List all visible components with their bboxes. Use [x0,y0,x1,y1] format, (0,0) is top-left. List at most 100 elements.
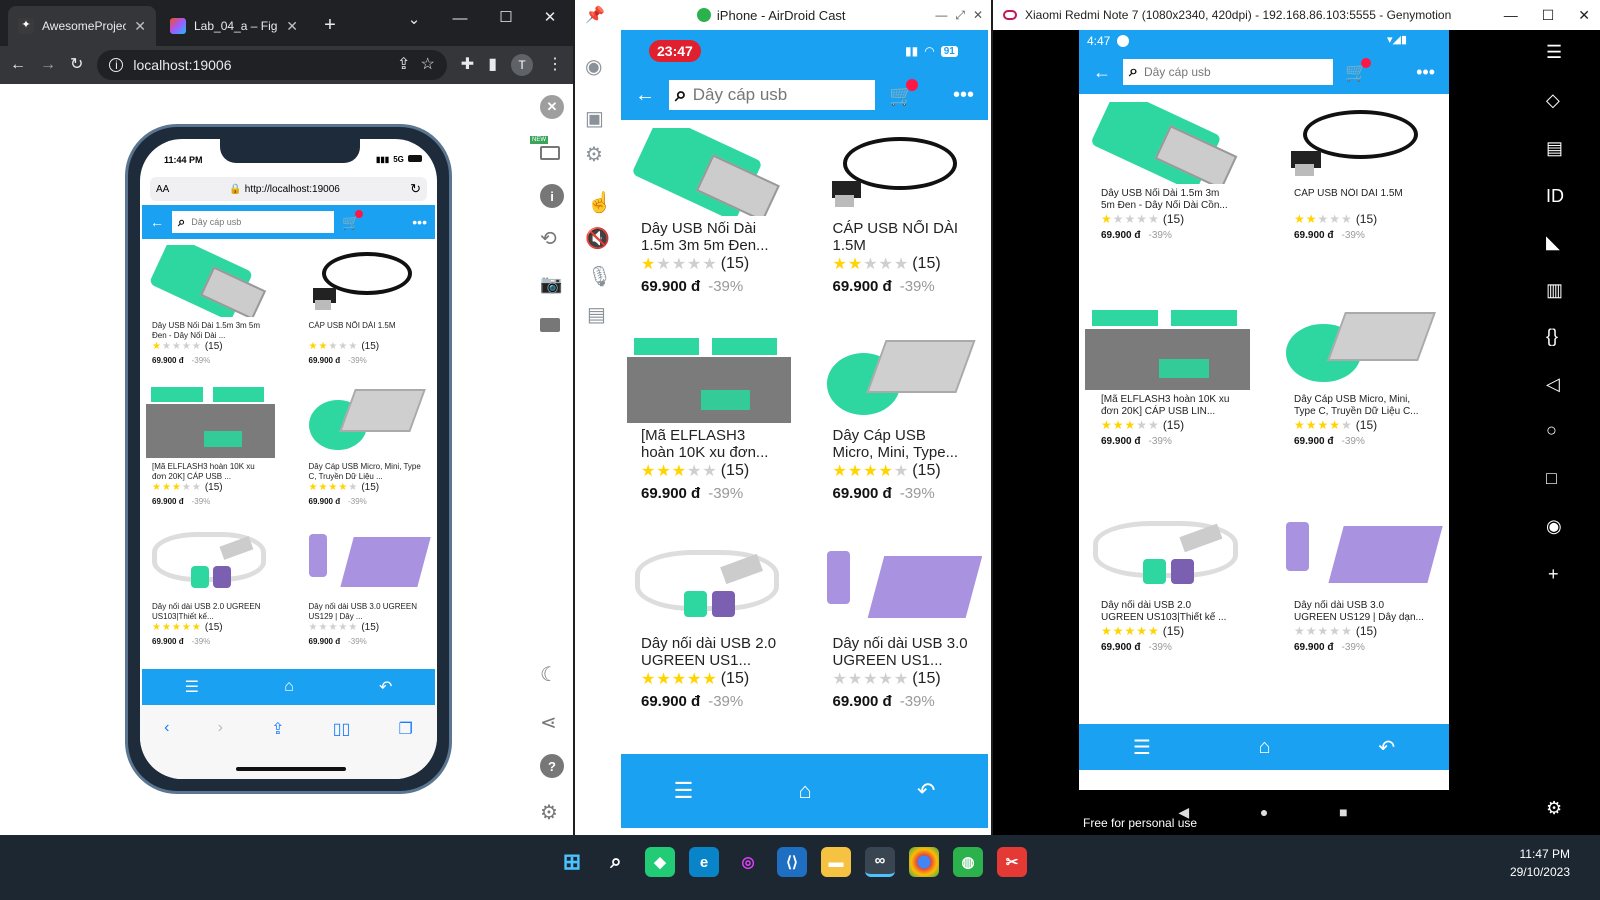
search-icon[interactable]: ⌕ [601,847,631,877]
product-image[interactable] [146,245,275,317]
video-icon[interactable]: ▥ [1546,280,1563,301]
chrome-icon[interactable] [909,847,939,877]
cart-icon[interactable]: 🛒 [1345,57,1372,83]
home-icon[interactable]: ⌂ [284,678,294,696]
reload-icon[interactable]: ↻ [70,57,83,73]
product-image[interactable] [146,526,275,599]
product-image[interactable] [302,245,431,317]
return-icon[interactable]: ↶ [1378,735,1395,760]
bookmark-star-icon[interactable]: ☆ [420,57,434,73]
tab-awesome-project[interactable]: ✦ AwesomeProjec ✕ [8,6,156,46]
product-image[interactable] [1085,514,1250,596]
settings-gear-icon[interactable]: ⚙ [1546,798,1562,819]
more-dots-icon[interactable]: ••• [953,84,974,107]
share-icon[interactable]: ⇪ [397,57,410,73]
product-image[interactable] [627,335,791,424]
home-icon[interactable]: ○ [1546,420,1557,441]
windows-start-icon[interactable]: ⊞ [557,847,587,877]
system-clock[interactable]: 11:47 PM 29/10/2023 [1480,847,1570,879]
product-card[interactable]: Dây USB Nối Dài 1.5m 3m 5m Đen... ★★★★★(… [627,126,791,301]
pin-icon[interactable]: 📌 [585,5,605,25]
minimize-icon[interactable]: — [448,10,472,27]
edge-icon[interactable]: e [689,847,719,877]
tabs-icon[interactable]: ❐ [399,719,413,739]
vscode-icon[interactable]: ⟨⟩ [777,847,807,877]
product-image[interactable] [1278,308,1443,390]
fullscreen-icon[interactable]: ⤢ [955,8,965,23]
rss-icon[interactable]: ◣ [1546,232,1560,253]
product-image[interactable] [302,526,431,599]
extensions-icon[interactable]: ✚ [461,57,474,73]
product-image[interactable] [627,542,791,631]
product-image[interactable] [1278,514,1443,596]
product-image[interactable] [146,385,275,458]
settings-gear-icon[interactable]: ⚙ [585,142,603,167]
product-image[interactable] [302,385,431,458]
user-icon[interactable]: ◉ [585,54,602,79]
help-icon[interactable]: ? [540,754,564,778]
back-icon[interactable]: ‹ [164,719,169,739]
tag-icon[interactable]: ◇ [1546,90,1560,111]
maximize-icon[interactable]: ☐ [1542,7,1555,24]
back-arrow-icon[interactable]: ← [1093,62,1111,83]
mute-icon[interactable]: 🔇 [585,226,610,251]
product-image[interactable] [818,542,982,631]
search-input[interactable]: ⌕ Dây cáp usb [669,80,875,110]
product-card[interactable]: Dây nối dài USB 3.0 UGREEN US1... ★★★★★(… [818,541,982,716]
search-input[interactable]: ⌕ Dây cáp usb [172,211,334,233]
close-icon[interactable]: ✕ [540,95,564,119]
camera-icon[interactable]: 📷 [540,274,562,295]
minimize-icon[interactable]: — [1504,7,1518,23]
reload-icon[interactable]: ↻ [410,181,421,197]
genymotion-icon[interactable]: ◎ [733,847,763,877]
safari-address-bar[interactable]: AA 🔒 http://localhost:19006 ↻ [150,177,427,201]
product-card[interactable]: Dây Cáp USB Micro, Mini, Type C, Truyền … [302,384,431,510]
power-icon[interactable]: ◉ [1546,516,1562,537]
forward-icon[interactable]: › [218,719,223,739]
folder-icon[interactable]: ▬ [821,847,851,877]
code-icon[interactable]: {} [1546,326,1558,347]
search-input[interactable]: ⌕ Dây cáp usb [1123,59,1333,85]
minimize-icon[interactable]: — [935,8,947,22]
rotate-icon[interactable]: ⟲ [540,226,557,251]
product-image[interactable] [818,128,982,216]
info-icon[interactable]: i [109,58,124,72]
product-card[interactable]: CÁP USB NỐI DÀI 1.5M ★★★★★ (15) 69.900 đ-… [302,243,431,369]
settings-gear-icon[interactable]: ⚙ [540,800,558,825]
media-icon[interactable]: ▤ [1546,138,1563,159]
return-icon[interactable]: ↶ [379,677,392,697]
return-icon[interactable]: ↶ [917,778,935,804]
product-image[interactable] [818,335,982,424]
close-icon[interactable]: ✕ [1578,7,1590,24]
add-icon[interactable]: + [1548,564,1559,585]
close-icon[interactable]: ✕ [286,18,298,35]
clipboard-icon[interactable]: ▤ [587,302,606,327]
touch-icon[interactable]: ☝ [587,190,612,215]
product-image[interactable] [1085,308,1250,390]
product-image[interactable] [627,128,791,216]
back-arrow-icon[interactable]: ← [150,214,164,230]
genymotion-active-icon[interactable]: ∞ [865,847,895,877]
back-arrow-icon[interactable]: ← [635,84,655,107]
home-icon[interactable]: ⌂ [1259,736,1271,759]
dark-mode-icon[interactable]: ☾ [540,662,558,687]
address-bar[interactable]: i localhost:19006 ⇪ ☆ [97,50,447,80]
side-panel-icon[interactable]: ▮ [488,57,497,73]
product-card[interactable]: Dây nối dài USB 2.0 UGREEN US1... ★★★★★(… [627,541,791,716]
reader-aa[interactable]: AA [156,184,169,195]
close-window-icon[interactable]: ✕ [538,8,562,26]
close-icon[interactable]: ✕ [134,18,146,35]
snipping-tool-icon[interactable]: ✂ [997,847,1027,877]
product-card[interactable]: Dây USB Nối Dài 1.5m 3m 5m Đen - Dây Nối… [146,243,275,369]
app-icon[interactable]: ◆ [645,847,675,877]
cart-icon[interactable]: 🛒 [342,209,364,231]
product-card[interactable]: CÁP USB NỐI DÀI 1.5M ★★★★★ (15) 69.900 đ-… [818,126,982,301]
back-icon[interactable]: ← [10,57,26,73]
tab-figma[interactable]: Lab_04_a – Figm ✕ [160,6,308,46]
menu-icon[interactable]: ☰ [674,778,694,804]
home-icon[interactable]: ⌂ [798,778,811,804]
product-card[interactable]: Dây USB Nối Dài 1.5m 3m 5m Đen - Dây Nối… [1085,100,1250,250]
mic-off-icon[interactable]: 🎙 [587,264,612,289]
recents-icon[interactable]: ■ [1339,804,1347,821]
share-icon[interactable]: ⇪ [271,719,284,739]
